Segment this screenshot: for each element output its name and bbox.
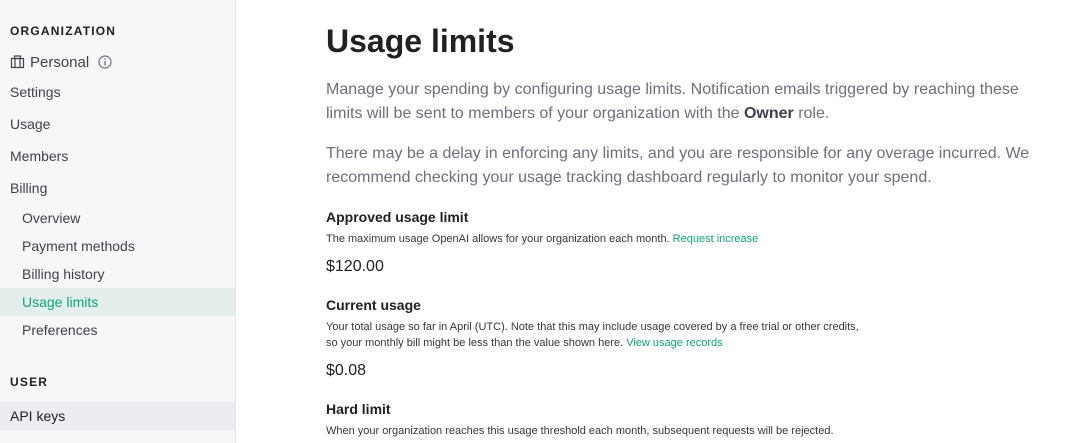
hard-limit-label: Hard limit: [326, 401, 391, 417]
sidebar-item-billing-history[interactable]: Billing history: [0, 260, 235, 288]
info-icon[interactable]: [98, 55, 112, 69]
sidebar-item-usage-limits[interactable]: Usage limits: [0, 288, 235, 316]
sidebar-item-settings[interactable]: Settings: [0, 78, 235, 106]
sidebar-item-preferences[interactable]: Preferences: [0, 316, 235, 344]
intro-text-end: role.: [793, 105, 830, 122]
user-heading: USER: [10, 375, 49, 389]
approved-limit-desc: The maximum usage OpenAI allows for your…: [326, 231, 946, 247]
sidebar: ORGANIZATION Personal Settings Usage Mem…: [0, 0, 236, 443]
approved-limit-value: $120.00: [326, 258, 384, 275]
current-desc-line1: Your total usage so far in April (UTC). …: [326, 321, 859, 333]
sidebar-item-payment-methods[interactable]: Payment methods: [0, 232, 235, 260]
organization-heading: ORGANIZATION: [10, 24, 117, 38]
intro-paragraph: Manage your spending by configuring usag…: [326, 78, 1056, 126]
owner-role-text: Owner: [743, 105, 794, 122]
hard-limit-desc: When your organization reaches this usag…: [326, 425, 834, 437]
approved-limit-label: Approved usage limit: [326, 209, 469, 225]
org-switcher[interactable]: Personal: [0, 48, 235, 76]
approved-desc-text: The maximum usage OpenAI allows for your…: [326, 233, 673, 245]
building-icon: [10, 55, 25, 69]
sidebar-item-usage[interactable]: Usage: [0, 110, 235, 138]
org-name: Personal: [30, 53, 90, 71]
request-increase-link[interactable]: Request increase: [673, 233, 759, 245]
sidebar-item-billing[interactable]: Billing: [0, 174, 235, 202]
current-usage-label: Current usage: [326, 297, 421, 313]
view-usage-records-link[interactable]: View usage records: [626, 337, 722, 349]
sidebar-item-overview[interactable]: Overview: [0, 204, 235, 232]
intro-text: Manage your spending by configuring usag…: [326, 81, 1019, 122]
page-title: Usage limits: [326, 23, 515, 59]
sidebar-item-members[interactable]: Members: [0, 142, 235, 170]
current-usage-value: $0.08: [326, 362, 367, 379]
current-desc-line2: so your monthly bill might be less than …: [326, 337, 627, 349]
sidebar-item-api-keys[interactable]: API keys: [0, 402, 235, 430]
current-usage-desc: Your total usage so far in April (UTC). …: [326, 319, 946, 351]
delay-paragraph: There may be a delay in enforcing any li…: [326, 145, 1030, 186]
